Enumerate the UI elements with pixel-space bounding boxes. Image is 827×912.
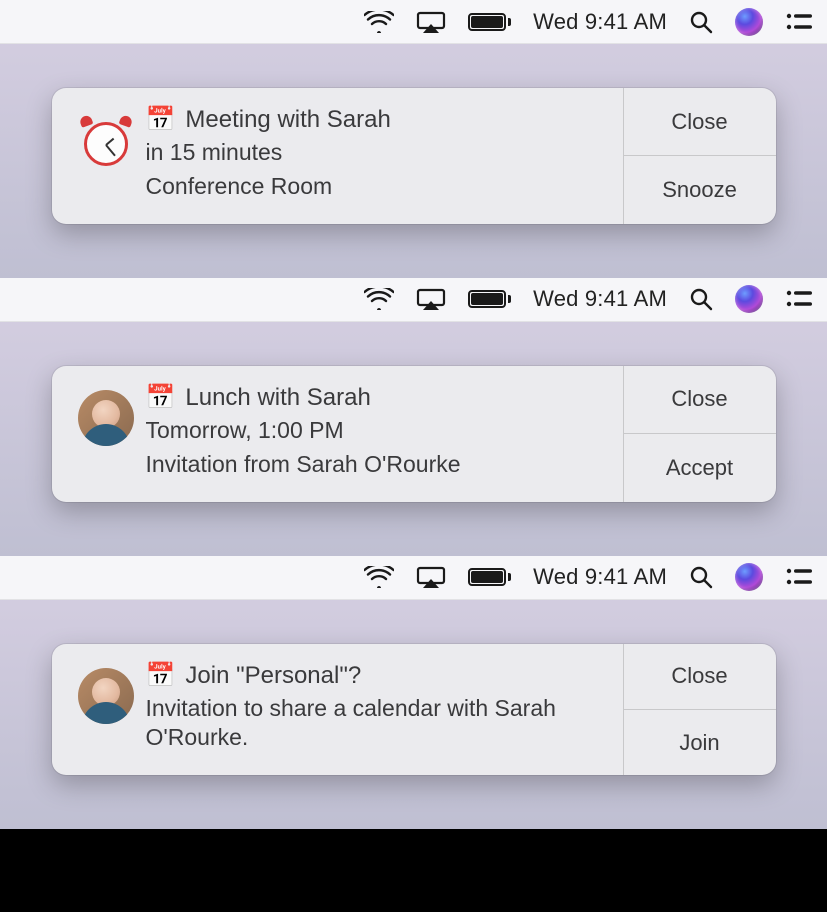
close-button[interactable]: Close	[624, 366, 776, 433]
menubar: Wed 9:41 AM	[0, 556, 827, 600]
calendar-app-icon: 📅	[146, 386, 176, 410]
notification-actions: Close Join	[623, 644, 776, 776]
notification-center-icon[interactable]	[785, 288, 813, 310]
alarm-clock-icon	[78, 112, 134, 168]
notification-subtitle: Invitation to share a calendar with Sara…	[146, 694, 611, 754]
notification-body[interactable]: 📅 Join "Personal"? Invitation to share a…	[52, 644, 623, 776]
notification-actions: Close Accept	[623, 366, 776, 502]
calendar-app-icon: 📅	[146, 664, 176, 688]
screenshot-panel-3: Wed 9:41 AM 📅	[0, 556, 827, 830]
wifi-icon[interactable]	[364, 566, 394, 588]
notification-time: in 15 minutes	[146, 138, 611, 168]
snooze-button[interactable]: Snooze	[624, 155, 776, 223]
join-button[interactable]: Join	[624, 709, 776, 775]
siri-icon[interactable]	[735, 563, 763, 591]
notification-actions: Close Snooze	[623, 88, 776, 224]
menubar-clock[interactable]: Wed 9:41 AM	[533, 564, 667, 590]
spotlight-search-icon[interactable]	[689, 287, 713, 311]
spotlight-search-icon[interactable]	[689, 565, 713, 589]
menubar-clock[interactable]: Wed 9:41 AM	[533, 9, 667, 35]
contact-avatar	[78, 390, 134, 446]
screenshot-panel-2: Wed 9:41 AM 📅	[0, 278, 827, 556]
notification-center-icon[interactable]	[785, 11, 813, 33]
close-button[interactable]: Close	[624, 88, 776, 155]
menubar-clock[interactable]: Wed 9:41 AM	[533, 286, 667, 312]
airplay-icon[interactable]	[416, 11, 446, 33]
siri-icon[interactable]	[735, 285, 763, 313]
desktop-area: 📅 Join "Personal"? Invitation to share a…	[0, 600, 827, 830]
notification-body[interactable]: 📅 Meeting with Sarah in 15 minutes Confe…	[52, 88, 623, 224]
calendar-share-notification: 📅 Join "Personal"? Invitation to share a…	[52, 644, 776, 776]
contact-avatar	[78, 668, 134, 724]
notification-location: Conference Room	[146, 172, 611, 202]
close-button[interactable]: Close	[624, 644, 776, 709]
menubar: Wed 9:41 AM	[0, 278, 827, 322]
airplay-icon[interactable]	[416, 288, 446, 310]
notification-title: Lunch with Sarah	[185, 384, 370, 412]
notification-subtitle: Invitation from Sarah O'Rourke	[146, 450, 611, 480]
screenshot-panel-1: Wed 9:41 AM	[0, 0, 827, 278]
notification-center-icon[interactable]	[785, 566, 813, 588]
notification-title: Join "Personal"?	[185, 662, 361, 690]
notification-time: Tomorrow, 1:00 PM	[146, 416, 611, 446]
airplay-icon[interactable]	[416, 566, 446, 588]
battery-icon[interactable]	[468, 568, 511, 586]
desktop-area: 📅 Lunch with Sarah Tomorrow, 1:00 PM Inv…	[0, 322, 827, 556]
desktop-area: 📅 Meeting with Sarah in 15 minutes Confe…	[0, 44, 827, 278]
battery-icon[interactable]	[468, 290, 511, 308]
battery-icon[interactable]	[468, 13, 511, 31]
menubar: Wed 9:41 AM	[0, 0, 827, 44]
accept-button[interactable]: Accept	[624, 433, 776, 501]
calendar-app-icon: 📅	[146, 108, 176, 132]
siri-icon[interactable]	[735, 8, 763, 36]
wifi-icon[interactable]	[364, 288, 394, 310]
calendar-alert-notification: 📅 Meeting with Sarah in 15 minutes Confe…	[52, 88, 776, 224]
notification-title: Meeting with Sarah	[185, 106, 390, 134]
spotlight-search-icon[interactable]	[689, 10, 713, 34]
calendar-invitation-notification: 📅 Lunch with Sarah Tomorrow, 1:00 PM Inv…	[52, 366, 776, 502]
wifi-icon[interactable]	[364, 11, 394, 33]
notification-body[interactable]: 📅 Lunch with Sarah Tomorrow, 1:00 PM Inv…	[52, 366, 623, 502]
